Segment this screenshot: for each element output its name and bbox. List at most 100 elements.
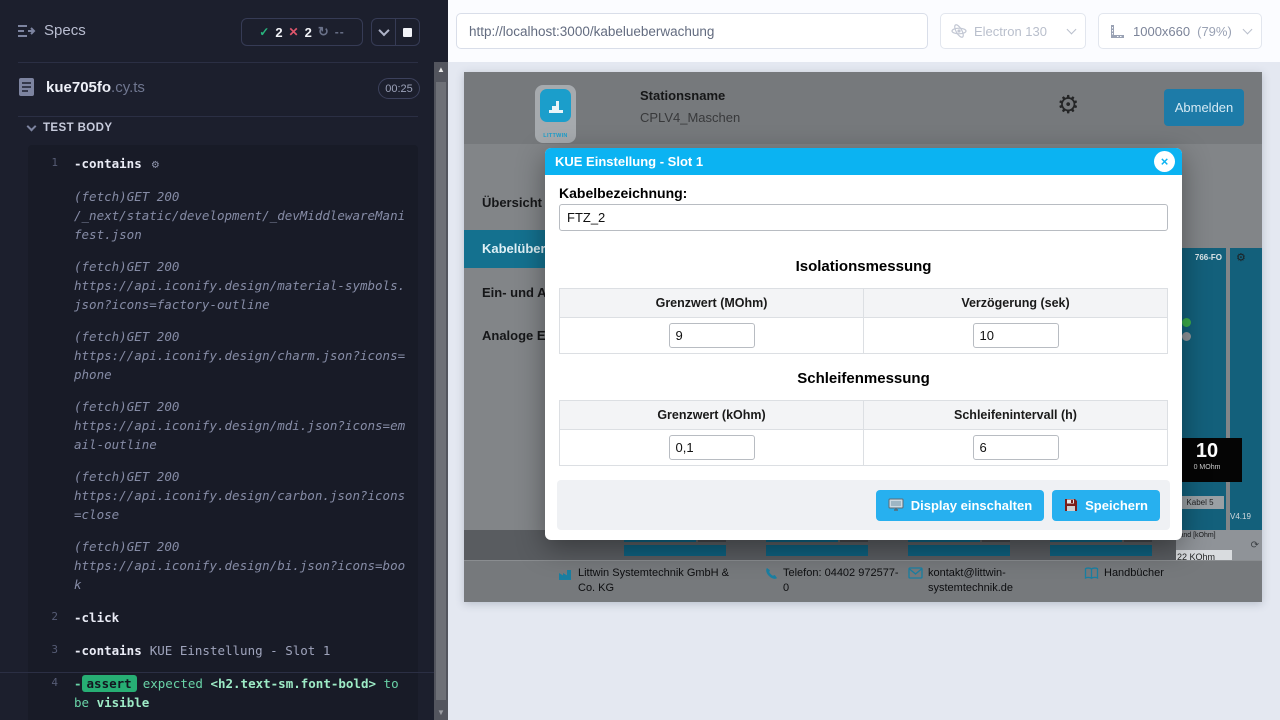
company-text: Littwin Systemtechnik GmbH & Co. KG [578,566,730,596]
collapse-all-button[interactable] [372,19,395,45]
nav-item-analoge-eingaenge[interactable]: Analoge Ei [482,328,549,343]
fetch-prefix: (fetch) [74,469,127,484]
browser-select[interactable]: Electron 130 [940,13,1086,49]
fetch-prefix: (fetch) [74,399,127,414]
version-label: V4.19 [1230,512,1251,521]
gear-icon[interactable]: ⚙ [1236,251,1246,264]
stop-run-button[interactable] [395,19,419,45]
save-floppy-icon [1064,498,1078,512]
schleifenmessung-table: Grenzwert (kOhm) Schleifenintervall (h) [559,400,1168,466]
fetch-prefix: (fetch) [74,189,127,204]
chevron-down-icon [1067,24,1077,34]
verzoegerung-sek-input[interactable] [973,323,1059,348]
fetch-prefix: (fetch) [74,539,127,554]
app-footer: Littwin Systemtechnik GmbH & Co. KG Tele… [464,560,1262,602]
command-number: 3 [28,641,74,656]
nav-item-ein-ausgaenge[interactable]: Ein- und Au [482,285,554,300]
fetch-log-row[interactable]: (fetch)●GET 200 https://api.iconify.desi… [28,527,418,597]
speichern-button[interactable]: Speichern [1052,490,1160,521]
pending-count: -- [335,25,345,39]
assert-expected: visible [97,695,150,710]
fetch-log-row[interactable]: (fetch)●GET 200 https://api.iconify.desi… [28,387,418,457]
app-header: LITTWIN Stationsname CPLV4_Maschen ⚙ Abm… [464,72,1262,144]
command-number: 4 [28,674,74,689]
close-icon[interactable]: × [1154,151,1175,172]
command-row[interactable]: 1 -contains⚙ [28,151,418,177]
modal-title-bar: KUE Einstellung - Slot 1 [545,148,1182,175]
stop-icon [403,28,412,37]
fetch-status: GET 200 [127,399,180,414]
footer-manuals[interactable]: Handbücher [1084,566,1164,581]
monitor-icon [888,498,904,512]
assert-selector: <h2.text-sm.font-bold> [210,676,376,691]
passed-count: 2 [275,25,282,40]
command-contains: -contains [74,643,142,658]
email-text: kontakt@littwin-systemtechnik.de [928,566,1048,596]
app-logo: LITTWIN [535,85,576,143]
measurement-value: 10 [1172,438,1242,464]
command-row[interactable]: 2 -click [28,605,418,630]
email-icon [908,567,923,596]
command-click: -click [74,610,119,625]
grenzwert-kohm-input[interactable] [669,435,755,460]
fetch-status: GET 200 [127,259,180,274]
column-header: Schleifenintervall (h) [864,401,1168,430]
footer-email[interactable]: kontakt@littwin-systemtechnik.de [908,566,1048,596]
measurement-unit: 0 MOhm [1172,464,1242,471]
schleifenintervall-input[interactable] [973,435,1059,460]
assert-row[interactable]: 4 -assertexpected <h2.text-sm.font-bold>… [28,671,418,715]
fetch-url: https://api.iconify.design/carbon.json?i… [74,488,405,522]
kabelbezeichnung-input[interactable] [559,204,1168,231]
divider [0,672,434,673]
spec-file-row[interactable]: kue705fo.cy.ts 00:25 [0,72,434,106]
fetch-log-row[interactable]: (fetch)●GET 200 https://api.iconify.desi… [28,317,418,387]
book-icon [1084,567,1099,581]
fetch-status: GET 200 [127,189,180,204]
test-stats: ✓ 2 ✕ 2 ↻ -- [241,18,363,46]
test-body-label: TEST BODY [43,122,112,134]
url-input[interactable] [456,13,928,49]
save-button-label: Speichern [1085,498,1148,513]
kabel-label: Kabel 5 [1176,496,1224,509]
test-body-section-toggle[interactable]: TEST BODY [28,122,112,134]
viewport-zoom: (79%) [1197,24,1232,39]
divider [18,62,418,63]
column-header: Grenzwert (MOhm) [560,289,864,318]
fetch-prefix: (fetch) [74,329,127,344]
command-number: 1 [28,154,74,169]
kabelbezeichnung-label: Kabelbezeichnung: [559,185,687,201]
nav-item-uebersicht[interactable]: Übersicht [482,195,542,210]
fetch-status: GET 200 [127,329,180,344]
chevron-down-icon [27,122,37,132]
refresh-icon[interactable]: ⟳ [1251,540,1259,551]
scroll-down-icon[interactable]: ▼ [434,708,448,717]
fetch-url: https://api.iconify.design/charm.json?ic… [74,348,405,382]
scroll-up-icon[interactable]: ▲ [434,65,448,74]
fetch-log-row[interactable]: (fetch)●GET 200 /_next/static/developmen… [28,177,418,247]
logout-button[interactable]: Abmelden [1164,89,1244,126]
spec-file-icon [18,77,35,97]
viewport-select[interactable]: 1000x660 (79%) [1098,13,1262,49]
electron-icon [951,23,967,39]
scrollbar[interactable]: ▲ ▼ [434,62,448,720]
grenzwert-mohm-input[interactable] [669,323,755,348]
failed-count: 2 [305,25,312,40]
factory-icon [558,567,573,596]
footer-phone[interactable]: Telefon: 04402 972577-0 [764,566,904,596]
scrollbar-thumb[interactable] [436,82,446,700]
pending-icon: ↻ [318,24,329,40]
isolationsmessung-table: Grenzwert (MOhm) Verzögerung (sek) [559,288,1168,354]
spec-duration-badge: 00:25 [378,78,420,99]
command-row[interactable]: 3 -containsKUE Einstellung - Slot 1 [28,638,418,663]
runner-topbar: Electron 130 1000x660 (79%) [448,0,1280,62]
settings-gear-icon[interactable]: ⚙ [1057,90,1079,119]
modal-footer: Display einschalten Speichern [557,480,1170,530]
display-einschalten-button[interactable]: Display einschalten [876,490,1044,521]
specs-menu-icon[interactable] [16,22,36,40]
runner-pane: Electron 130 1000x660 (79%) [448,0,1280,720]
command-log: 1 -contains⚙ (fetch)●GET 200 /_next/stat… [28,145,418,720]
measurement-display: 10 0 MOhm [1172,438,1242,482]
cypress-reporter-sidebar: Specs ✓ 2 ✕ 2 ↻ -- kue705fo.cy.ts [0,0,448,720]
fetch-log-row[interactable]: (fetch)●GET 200 https://api.iconify.desi… [28,457,418,527]
fetch-log-row[interactable]: (fetch)●GET 200 https://api.iconify.desi… [28,247,418,317]
